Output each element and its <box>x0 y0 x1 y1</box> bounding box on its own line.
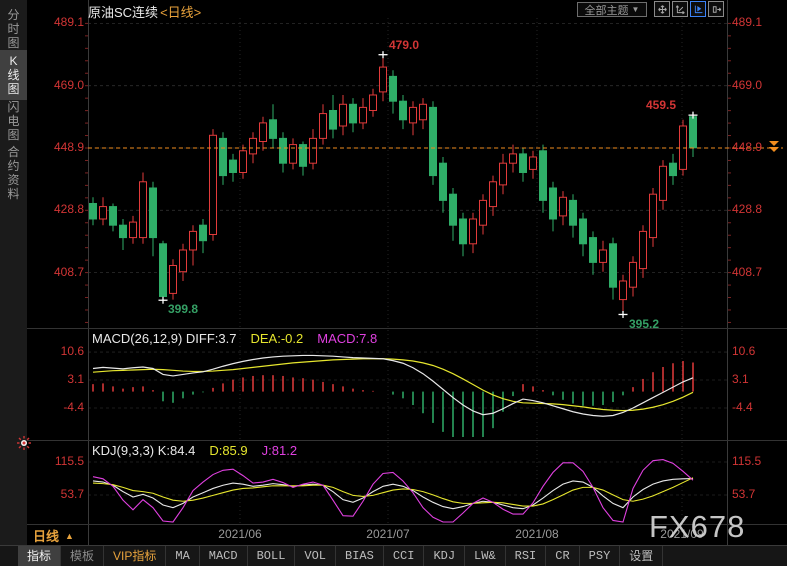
theme-dropdown-label: 全部主题 <box>585 2 629 18</box>
toolbar-item-10[interactable]: LW& <box>465 546 506 566</box>
macd-header-segment: MACD:7.8 <box>317 331 377 346</box>
period-label: 日线 <box>33 526 59 545</box>
kdj-header-segment: J:81.2 <box>262 443 297 458</box>
left-sidebar: 分时图 K线图闪电图合约资料 <box>0 0 27 545</box>
sidebar-item-2[interactable]: 闪电图 <box>0 96 27 146</box>
panel-settings-sun-icon[interactable] <box>16 435 32 451</box>
triangle-up-icon: ▲ <box>65 531 74 541</box>
collapse-right-icon[interactable] <box>708 1 724 17</box>
auto-scale-icon[interactable] <box>690 1 706 17</box>
toolbar-item-4[interactable]: MACD <box>200 546 248 566</box>
app-root: 分时图K线图闪电图合约资料 原油SC连续<日线> 全部主题 ▼ 489.1489… <box>0 0 787 566</box>
chart-title-segment: <日线> <box>160 2 201 21</box>
sidebar-item-1[interactable]: K线图 <box>0 50 27 100</box>
chart-title-segment: 原油SC连续 <box>88 2 158 21</box>
sidebar-item-3[interactable]: 合约资料 <box>0 141 27 205</box>
sidebar-item-0[interactable]: 分时图 <box>0 4 27 54</box>
macd-header-segment: DEA:-0.2 <box>251 331 304 346</box>
sidebar-item-label: 分时图 <box>7 8 20 50</box>
toolbar-item-14[interactable]: 设置 <box>620 546 663 566</box>
kdj-header: KDJ(9,3,3) K:84.4 D:85.9 J:81.2 <box>92 443 297 458</box>
toolbar-item-6[interactable]: VOL <box>295 546 336 566</box>
toolbar-item-9[interactable]: KDJ <box>424 546 465 566</box>
macd-header: MACD(26,12,9) DIFF:3.7 DEA:-0.2 MACD:7.8 <box>92 331 377 346</box>
period-selector[interactable]: 日线 ▲ <box>33 526 74 545</box>
watermark: FX678 <box>649 509 745 545</box>
pan-icon[interactable] <box>654 1 670 17</box>
sidebar-item-label: 闪电图 <box>7 100 20 142</box>
toolbar-item-0[interactable]: 指标 <box>18 546 61 566</box>
toolbar-item-7[interactable]: BIAS <box>336 546 384 566</box>
toolbar-item-11[interactable]: RSI <box>506 546 547 566</box>
toolbar-item-2[interactable]: VIP指标 <box>104 546 166 566</box>
chevron-down-icon: ▼ <box>632 5 640 14</box>
chart-icon-buttons <box>654 1 724 17</box>
toolbar-item-8[interactable]: CCI <box>384 546 425 566</box>
kdj-header-segment: D:85.9 <box>209 443 247 458</box>
toolbar-item-5[interactable]: BOLL <box>248 546 296 566</box>
axis-zoom-icon[interactable] <box>672 1 688 17</box>
kdj-header-segment: KDJ(9,3,3) K:84.4 <box>92 443 195 458</box>
sidebar-item-label: 合约资料 <box>7 145 20 201</box>
toolbar-item-1[interactable]: 模板 <box>61 546 104 566</box>
chart-canvas[interactable] <box>0 0 787 566</box>
chart-title: 原油SC连续<日线> <box>88 2 201 21</box>
toolbar-item-3[interactable]: MA <box>166 546 199 566</box>
macd-header-segment: MACD(26,12,9) DIFF:3.7 <box>92 331 237 346</box>
indicator-toolbar: 指标模板VIP指标MAMACDBOLLVOLBIASCCIKDJLW&RSICR… <box>0 545 787 566</box>
sun-icon <box>16 435 32 451</box>
toolbar-item-13[interactable]: PSY <box>580 546 621 566</box>
theme-dropdown[interactable]: 全部主题 ▼ <box>577 2 647 17</box>
toolbar-item-12[interactable]: CR <box>546 546 579 566</box>
sidebar-item-label: K线图 <box>7 54 20 96</box>
